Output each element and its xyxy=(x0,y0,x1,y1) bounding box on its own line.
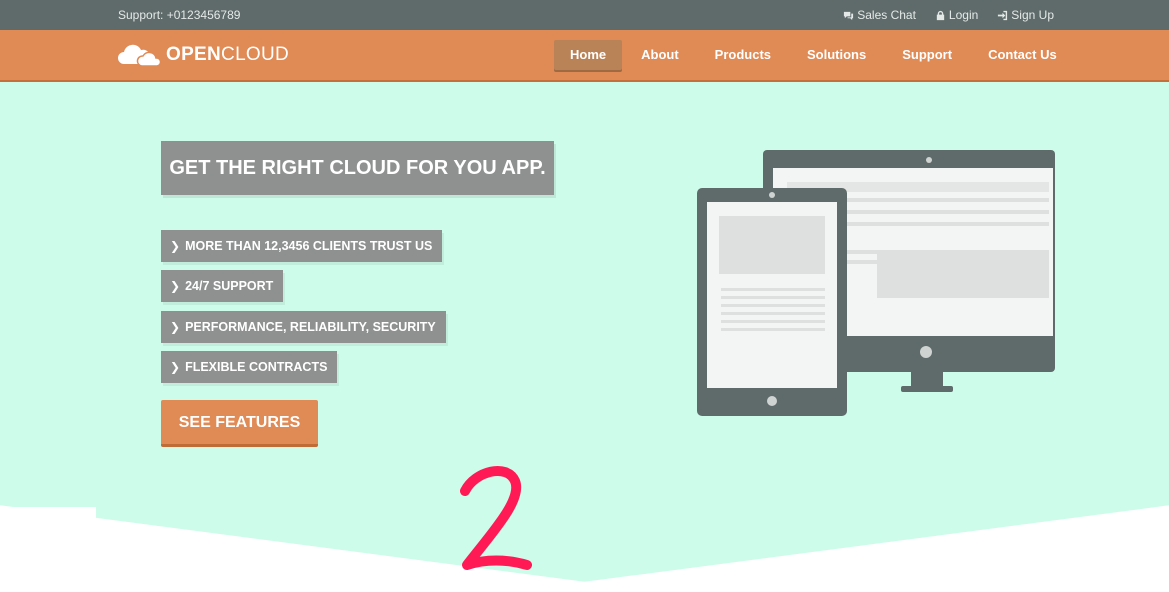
brand-name: OPENCLOUD xyxy=(166,44,289,66)
support-phone: Support: +0123456789 xyxy=(118,8,241,22)
feature-clients: ❯ MORE THAN 12,3456 CLIENTS TRUST US xyxy=(161,230,443,262)
nav-support[interactable]: Support xyxy=(885,40,969,70)
login-label: Login xyxy=(948,8,979,22)
nav-menu: Home About Products Solutions Support Co… xyxy=(554,40,1076,70)
feature-label: MORE THAN 12,3456 CLIENTS TRUST US xyxy=(185,239,433,253)
nav-solutions[interactable]: Solutions xyxy=(790,40,883,70)
see-features-button[interactable]: SEE FEATURES xyxy=(161,400,318,447)
feature-label: PERFORMANCE, RELIABILITY, SECURITY xyxy=(185,320,436,334)
tablet-and-monitor-illustration xyxy=(697,150,1055,416)
feature-performance: ❯ PERFORMANCE, RELIABILITY, SECURITY xyxy=(161,311,446,343)
chevron-right-icon: ❯ xyxy=(170,239,181,253)
sales-chat-link[interactable]: Sales Chat xyxy=(843,8,916,22)
sales-chat-label: Sales Chat xyxy=(857,8,916,22)
cloud-icon xyxy=(118,44,162,67)
chevron-right-icon: ❯ xyxy=(170,320,181,334)
brand-name-light: CLOUD xyxy=(221,44,290,65)
nav-products[interactable]: Products xyxy=(698,40,788,70)
chevron-right-icon: ❯ xyxy=(170,279,181,293)
chevron-right-icon: ❯ xyxy=(170,360,181,374)
feature-contracts: ❯ FLEXIBLE CONTRACTS xyxy=(161,351,338,383)
handwritten-number xyxy=(460,466,532,570)
chat-icon xyxy=(844,11,854,20)
login-link[interactable]: Login xyxy=(935,8,978,22)
top-bar: Support: +0123456789 Sales Chat Login Si… xyxy=(0,0,1169,30)
sign-in-icon xyxy=(998,10,1008,20)
top-links: Sales Chat Login Sign Up xyxy=(843,8,1054,22)
brand-logo[interactable]: OPENCLOUD xyxy=(116,42,289,68)
brand-name-bold: OPEN xyxy=(166,44,222,65)
lock-icon xyxy=(936,10,945,20)
sign-up-link[interactable]: Sign Up xyxy=(997,8,1054,22)
nav-home[interactable]: Home xyxy=(554,40,623,70)
sign-up-label: Sign Up xyxy=(1011,8,1054,22)
hero-headline: GET THE RIGHT CLOUD FOR YOU APP. xyxy=(161,141,554,195)
feature-support: ❯ 24/7 SUPPORT xyxy=(161,270,284,302)
nav-contact-us[interactable]: Contact Us xyxy=(971,40,1074,70)
nav-about[interactable]: About xyxy=(624,40,696,70)
hero-edge xyxy=(0,507,96,592)
feature-label: FLEXIBLE CONTRACTS xyxy=(185,360,328,374)
main-navbar: OPENCLOUD Home About Products Solutions … xyxy=(0,30,1169,82)
feature-label: 24/7 SUPPORT xyxy=(185,279,274,293)
